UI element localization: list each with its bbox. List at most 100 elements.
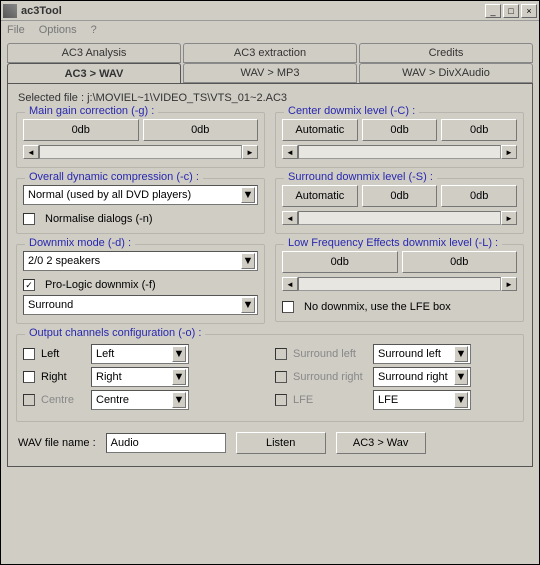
titlebar: ac3Tool _ □ × [1, 1, 539, 21]
surround-btn1[interactable]: 0db [362, 185, 438, 207]
tab-ac3-extraction[interactable]: AC3 extraction [183, 43, 357, 63]
group-lfe-downmix: Low Frequency Effects downmix level (-L)… [275, 244, 524, 322]
wav-filename-input[interactable]: Audio [106, 433, 226, 453]
scroll-right-icon[interactable]: ► [501, 211, 517, 225]
scroll-left-icon[interactable]: ◄ [23, 145, 39, 159]
listen-button[interactable]: Listen [236, 432, 326, 454]
maximize-button[interactable]: □ [503, 4, 519, 18]
prologic-label: Pro-Logic downmix (-f) [45, 279, 156, 291]
app-icon [3, 4, 17, 18]
lfe-scrollbar[interactable]: ◄ ► [282, 277, 517, 291]
scroll-left-icon[interactable]: ◄ [282, 145, 298, 159]
scroll-track[interactable] [298, 145, 501, 159]
chevron-down-icon: ▼ [241, 187, 255, 203]
legend-dyn: Overall dynamic compression (-c) : [25, 171, 203, 183]
center-btn1[interactable]: 0db [362, 119, 438, 141]
centre-label: Centre [41, 394, 74, 406]
prologic-select[interactable]: Surround ▼ [23, 295, 258, 315]
chevron-down-icon: ▼ [172, 392, 186, 408]
group-center-downmix: Center dowmix level (-C) : Automatic 0db… [275, 112, 524, 168]
sleft-select[interactable]: Surround left▼ [373, 344, 471, 364]
chevron-down-icon: ▼ [172, 369, 186, 385]
sright-checkbox [275, 371, 287, 383]
wav-filename-label: WAV file name : [18, 437, 96, 449]
lfe-checkbox [275, 394, 287, 406]
group-output-channels: Output channels configuration (-o) : Lef… [16, 334, 524, 422]
chevron-down-icon: ▼ [454, 392, 468, 408]
lfe-label: LFE [293, 394, 313, 406]
center-btn2[interactable]: 0db [441, 119, 517, 141]
right-select[interactable]: Right▼ [91, 367, 189, 387]
right-checkbox[interactable] [23, 371, 35, 383]
tab-wav-divxaudio[interactable]: WAV > DivXAudio [359, 63, 533, 83]
bottom-row: WAV file name : Audio Listen AC3 > Wav [18, 432, 522, 454]
sright-label: Surround right [293, 371, 363, 383]
group-main-gain: Main gain correction (-g) : 0db 0db ◄ ► [16, 112, 265, 168]
normalise-label: Normalise dialogs (-n) [45, 213, 153, 225]
surround-auto-btn[interactable]: Automatic [282, 185, 358, 207]
group-surround-downmix: Surround downmix level (-S) : Automatic … [275, 178, 524, 234]
lfe-btn1[interactable]: 0db [282, 251, 398, 273]
legend-output: Output channels configuration (-o) : [25, 327, 205, 339]
legend-center: Center dowmix level (-C) : [284, 105, 419, 117]
menu-options[interactable]: Options [39, 24, 77, 36]
downmix-mode-value: 2/0 2 speakers [28, 255, 241, 267]
sleft-checkbox [275, 348, 287, 360]
centre-checkbox [23, 394, 35, 406]
lfe-btn2[interactable]: 0db [402, 251, 518, 273]
tab-wav-mp3[interactable]: WAV > MP3 [183, 63, 357, 83]
tab-ac3-wav[interactable]: AC3 > WAV [7, 63, 181, 83]
left-select[interactable]: Left▼ [91, 344, 189, 364]
main-gain-scrollbar[interactable]: ◄ ► [23, 145, 258, 159]
menu-help[interactable]: ? [91, 24, 97, 36]
sleft-label: Surround left [293, 348, 356, 360]
center-scrollbar[interactable]: ◄ ► [282, 145, 517, 159]
scroll-left-icon[interactable]: ◄ [282, 211, 298, 225]
chevron-down-icon: ▼ [241, 253, 255, 269]
scroll-right-icon[interactable]: ► [501, 277, 517, 291]
prologic-value: Surround [28, 299, 241, 311]
normalise-checkbox[interactable] [23, 213, 35, 225]
minimize-button[interactable]: _ [485, 4, 501, 18]
scroll-left-icon[interactable]: ◄ [282, 277, 298, 291]
selected-file-label: Selected file : [18, 92, 84, 104]
left-label: Left [41, 348, 59, 360]
close-button[interactable]: × [521, 4, 537, 18]
main-gain-btn1[interactable]: 0db [23, 119, 139, 141]
selected-file-line: Selected file : j:\MOVIEL~1\VIDEO_TS\VTS… [18, 92, 524, 104]
app-window: ac3Tool _ □ × File Options ? AC3 Analysi… [0, 0, 540, 565]
ac3-wav-button[interactable]: AC3 > Wav [336, 432, 426, 454]
tab-ac3-analysis[interactable]: AC3 Analysis [7, 43, 181, 63]
prologic-checkbox[interactable]: ✓ [23, 279, 35, 291]
menu-file[interactable]: File [7, 24, 25, 36]
main-gain-btn2[interactable]: 0db [143, 119, 259, 141]
surround-btn2[interactable]: 0db [441, 185, 517, 207]
right-label: Right [41, 371, 67, 383]
window-title: ac3Tool [21, 5, 483, 17]
dyn-select[interactable]: Normal (used by all DVD players) ▼ [23, 185, 258, 205]
centre-select[interactable]: Centre▼ [91, 390, 189, 410]
scroll-track[interactable] [298, 211, 501, 225]
scroll-track[interactable] [39, 145, 242, 159]
chevron-down-icon: ▼ [172, 346, 186, 362]
tab-row-top: AC3 Analysis AC3 extraction Credits [7, 43, 533, 63]
legend-surround: Surround downmix level (-S) : [284, 171, 437, 183]
chevron-down-icon: ▼ [241, 297, 255, 313]
nolfe-checkbox[interactable] [282, 301, 294, 313]
surround-scrollbar[interactable]: ◄ ► [282, 211, 517, 225]
menubar: File Options ? [1, 21, 539, 39]
nolfe-label: No downmix, use the LFE box [304, 301, 451, 313]
group-dynamic-compression: Overall dynamic compression (-c) : Norma… [16, 178, 265, 234]
dyn-select-value: Normal (used by all DVD players) [28, 189, 241, 201]
legend-lfe: Low Frequency Effects downmix level (-L)… [284, 237, 502, 249]
scroll-right-icon[interactable]: ► [501, 145, 517, 159]
sright-select[interactable]: Surround right▼ [373, 367, 471, 387]
left-checkbox[interactable] [23, 348, 35, 360]
tab-panel: Selected file : j:\MOVIEL~1\VIDEO_TS\VTS… [7, 83, 533, 467]
center-auto-btn[interactable]: Automatic [282, 119, 358, 141]
downmix-mode-select[interactable]: 2/0 2 speakers ▼ [23, 251, 258, 271]
scroll-right-icon[interactable]: ► [242, 145, 258, 159]
lfe-select[interactable]: LFE▼ [373, 390, 471, 410]
tab-credits[interactable]: Credits [359, 43, 533, 63]
scroll-track[interactable] [298, 277, 501, 291]
